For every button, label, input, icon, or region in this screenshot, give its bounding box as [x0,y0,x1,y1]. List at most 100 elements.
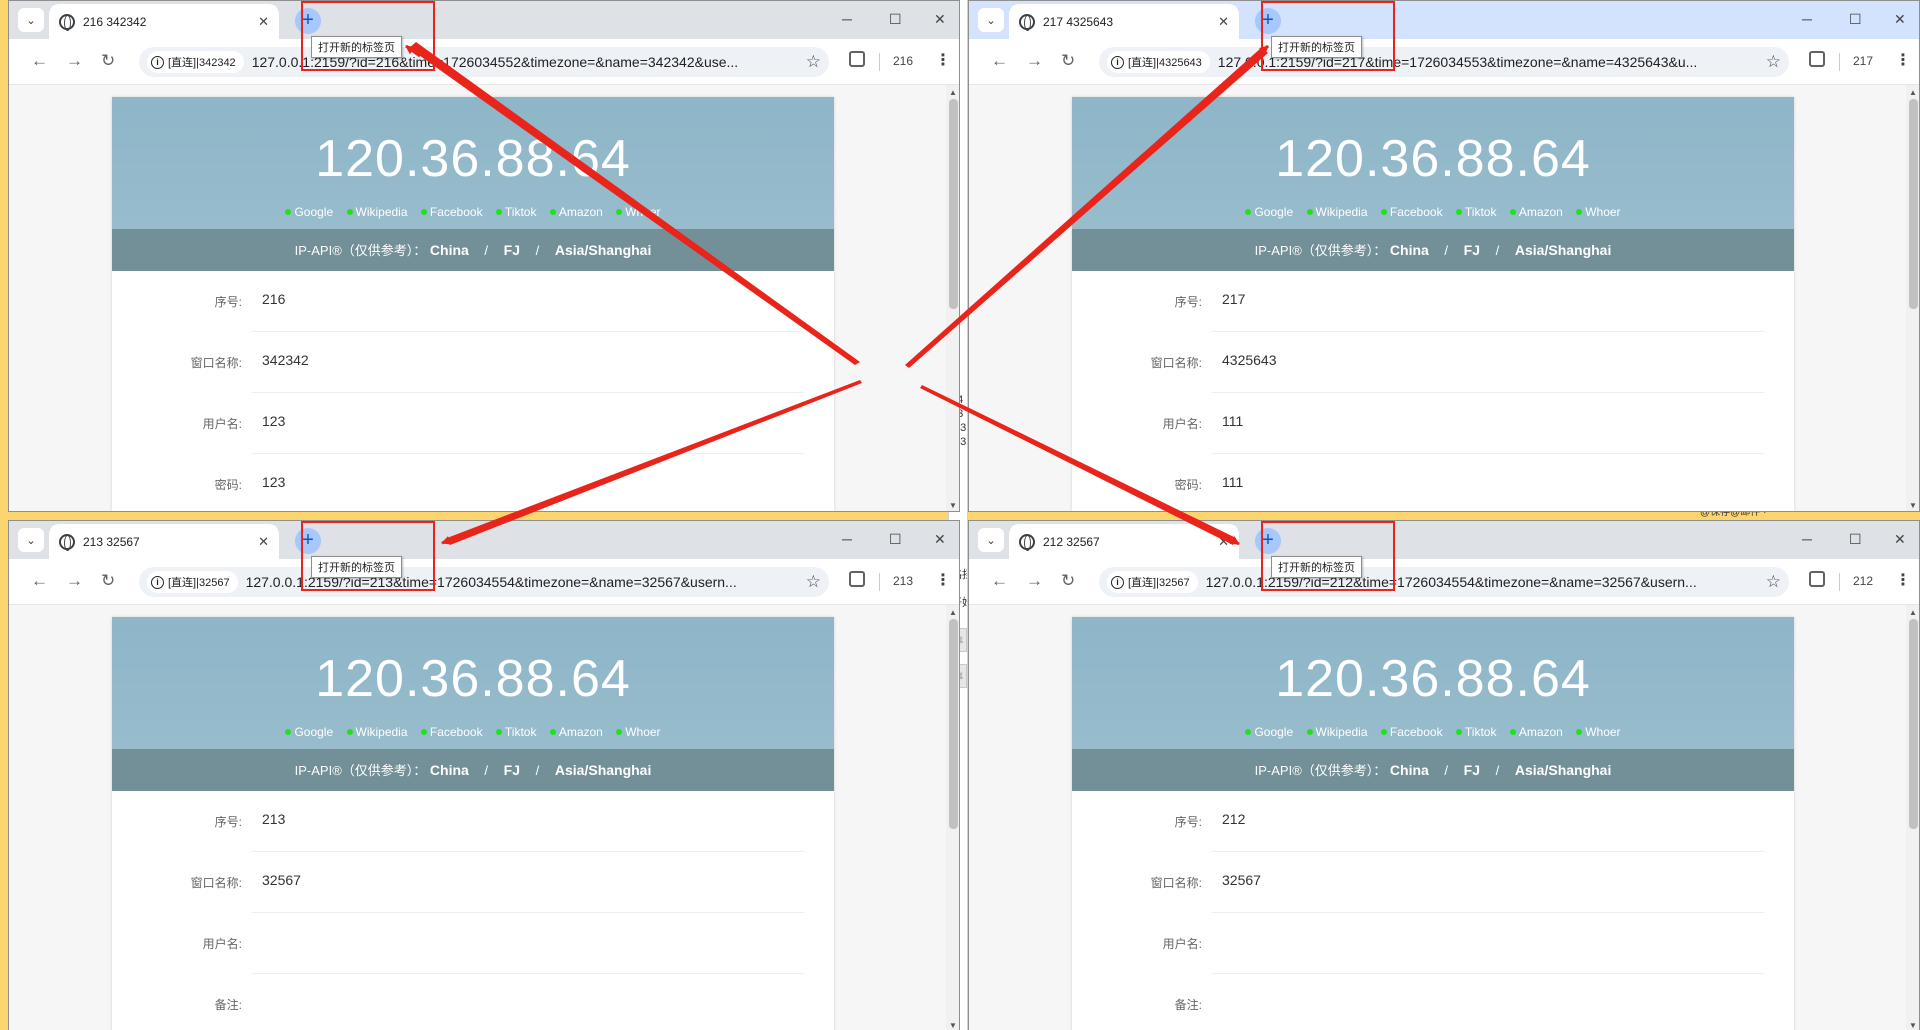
kebab-menu-icon[interactable]: ⋮ [935,50,951,70]
address-bar[interactable]: i [直连]|342342 127.0.0.1:2159/?id=216&tim… [139,47,829,77]
ip-timezone: Asia/Shanghai [1514,242,1612,258]
star-icon[interactable]: ☆ [806,52,821,72]
chevron-down-icon[interactable]: ⌄ [18,8,44,32]
address-bar[interactable]: i [直连]|4325643 127.0.0.1:2159/?id=217&ti… [1099,47,1789,77]
link-facebook[interactable]: Facebook [421,725,483,739]
star-icon[interactable]: ☆ [1766,572,1781,592]
star-icon[interactable]: ☆ [806,572,821,592]
link-wikipedia[interactable]: Wikipedia [347,725,408,739]
site-info-chip[interactable]: i [直连]|32567 [147,571,238,593]
kebab-menu-icon[interactable]: ⋮ [1895,50,1911,70]
reload-icon[interactable]: ↻ [101,51,115,71]
minimize-button[interactable]: ─ [842,531,852,547]
vertical-scrollbar[interactable]: ▲ ▼ [1906,605,1919,1030]
maximize-button[interactable]: ☐ [1849,531,1862,548]
address-bar[interactable]: i [直连]|32567 127.0.0.1:2159/?id=212&time… [1099,567,1789,597]
scroll-up-icon[interactable]: ▲ [1909,608,1917,617]
vertical-scrollbar[interactable]: ▲ ▼ [946,85,959,511]
chevron-down-icon[interactable]: ⌄ [978,8,1004,32]
scroll-thumb[interactable] [949,619,958,829]
link-tiktok[interactable]: Tiktok [496,725,537,739]
arrow-right-icon[interactable]: → [66,571,83,591]
link-whoer[interactable]: Whoer [616,725,660,739]
arrow-left-icon[interactable]: ← [31,571,48,591]
close-window-button[interactable]: ✕ [934,11,946,28]
puzzle-icon[interactable] [1809,51,1825,67]
info-row: 用户名: [1072,913,1794,974]
close-icon[interactable]: ✕ [258,534,269,550]
vertical-scrollbar[interactable]: ▲ ▼ [1906,85,1919,511]
scroll-thumb[interactable] [1909,619,1918,829]
info-value: 32567 [1222,872,1261,888]
browser-tab[interactable]: 213 32567 ✕ [49,524,279,559]
minimize-button[interactable]: ─ [1802,11,1812,27]
link-amazon[interactable]: Amazon [550,205,603,219]
reload-icon[interactable]: ↻ [1061,571,1075,591]
browser-tab[interactable]: 212 32567 ✕ [1009,524,1239,559]
scroll-down-icon[interactable]: ▼ [949,501,957,510]
link-wikipedia[interactable]: Wikipedia [1307,205,1368,219]
link-tiktok[interactable]: Tiktok [1456,205,1497,219]
puzzle-icon[interactable] [1809,571,1825,587]
link-amazon[interactable]: Amazon [550,725,603,739]
chevron-down-icon[interactable]: ⌄ [978,528,1004,552]
close-icon[interactable]: ✕ [1218,14,1229,30]
link-google[interactable]: Google [285,725,333,739]
reload-icon[interactable]: ↻ [101,571,115,591]
info-label: 序号: [214,815,242,829]
arrow-left-icon[interactable]: ← [991,51,1008,71]
scroll-up-icon[interactable]: ▲ [949,608,957,617]
reload-icon[interactable]: ↻ [1061,51,1075,71]
address-bar[interactable]: i [直连]|32567 127.0.0.1:2159/?id=213&time… [139,567,829,597]
link-amazon[interactable]: Amazon [1510,205,1563,219]
maximize-button[interactable]: ☐ [1849,11,1862,28]
link-facebook[interactable]: Facebook [1381,205,1443,219]
scroll-down-icon[interactable]: ▼ [1909,1021,1917,1030]
link-google[interactable]: Google [285,205,333,219]
scroll-down-icon[interactable]: ▼ [949,1021,957,1030]
link-google[interactable]: Google [1245,205,1293,219]
link-facebook[interactable]: Facebook [421,205,483,219]
minimize-button[interactable]: ─ [842,11,852,27]
puzzle-icon[interactable] [849,571,865,587]
link-whoer[interactable]: Whoer [616,205,660,219]
close-window-button[interactable]: ✕ [1894,531,1906,548]
scroll-thumb[interactable] [1909,99,1918,309]
scroll-up-icon[interactable]: ▲ [949,88,957,97]
arrow-left-icon[interactable]: ← [31,51,48,71]
close-icon[interactable]: ✕ [258,14,269,30]
link-whoer[interactable]: Whoer [1576,725,1620,739]
arrow-right-icon[interactable]: → [66,51,83,71]
link-tiktok[interactable]: Tiktok [496,205,537,219]
link-whoer[interactable]: Whoer [1576,205,1620,219]
arrow-left-icon[interactable]: ← [991,571,1008,591]
kebab-menu-icon[interactable]: ⋮ [935,570,951,590]
close-icon[interactable]: ✕ [1218,534,1229,550]
browser-tab[interactable]: 216 342342 ✕ [49,4,279,39]
minimize-button[interactable]: ─ [1802,531,1812,547]
scroll-down-icon[interactable]: ▼ [1909,501,1917,510]
vertical-scrollbar[interactable]: ▲ ▼ [946,605,959,1030]
link-facebook[interactable]: Facebook [1381,725,1443,739]
scroll-thumb[interactable] [949,99,958,309]
site-info-chip[interactable]: i [直连]|342342 [147,51,244,73]
maximize-button[interactable]: ☐ [889,531,902,548]
chevron-down-icon[interactable]: ⌄ [18,528,44,552]
star-icon[interactable]: ☆ [1766,52,1781,72]
close-window-button[interactable]: ✕ [934,531,946,548]
link-wikipedia[interactable]: Wikipedia [347,205,408,219]
browser-tab[interactable]: 217 4325643 ✕ [1009,4,1239,39]
puzzle-icon[interactable] [849,51,865,67]
site-info-chip[interactable]: i [直连]|4325643 [1107,51,1210,73]
site-info-chip[interactable]: i [直连]|32567 [1107,571,1198,593]
link-google[interactable]: Google [1245,725,1293,739]
close-window-button[interactable]: ✕ [1894,11,1906,28]
link-amazon[interactable]: Amazon [1510,725,1563,739]
scroll-up-icon[interactable]: ▲ [1909,88,1917,97]
link-wikipedia[interactable]: Wikipedia [1307,725,1368,739]
link-tiktok[interactable]: Tiktok [1456,725,1497,739]
maximize-button[interactable]: ☐ [889,11,902,28]
kebab-menu-icon[interactable]: ⋮ [1895,570,1911,590]
arrow-right-icon[interactable]: → [1026,51,1043,71]
arrow-right-icon[interactable]: → [1026,571,1043,591]
